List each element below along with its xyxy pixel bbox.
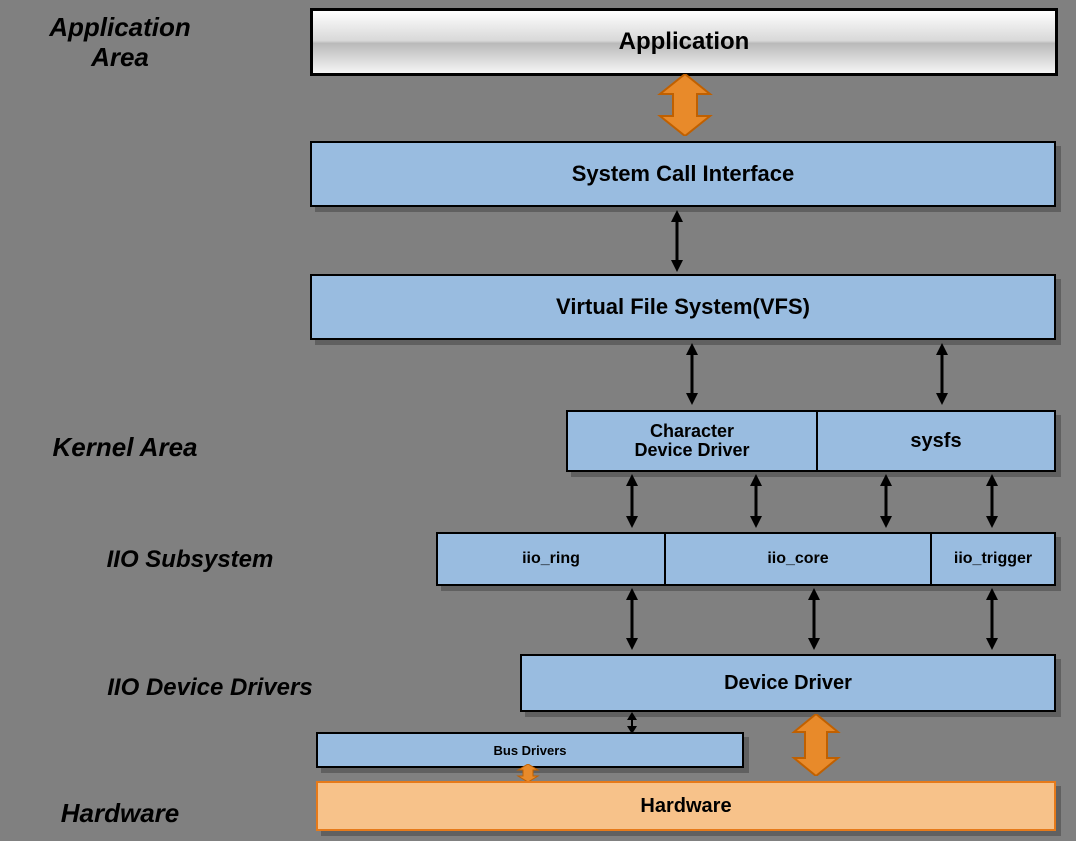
label-application-area: Application Area bbox=[20, 12, 220, 72]
label-kernel-area: Kernel Area bbox=[10, 432, 240, 463]
box-application-text: Application bbox=[619, 28, 750, 56]
box-iio-core-text: iio_core bbox=[767, 550, 828, 568]
box-iio-row: iio_ring iio_core iio_trigger bbox=[436, 532, 1056, 586]
arrow-app-to-sci bbox=[655, 74, 715, 136]
box-vfs: Virtual File System(VFS) bbox=[310, 274, 1056, 340]
arrow-bus-hw bbox=[516, 764, 540, 782]
box-bus-drivers-text: Bus Drivers bbox=[494, 743, 567, 758]
label-iio-subsystem: IIO Subsystem bbox=[60, 546, 320, 574]
box-hardware-text: Hardware bbox=[640, 795, 731, 818]
box-bus-drivers: Bus Drivers bbox=[316, 732, 744, 768]
box-chardev-sysfs-row: CharacterDevice Driver sysfs bbox=[566, 410, 1056, 472]
box-chardev-text: CharacterDevice Driver bbox=[634, 422, 749, 460]
box-sci-text: System Call Interface bbox=[572, 161, 795, 187]
box-system-call-interface: System Call Interface bbox=[310, 141, 1056, 207]
box-device-driver-text: Device Driver bbox=[724, 672, 852, 695]
box-iio-trigger-text: iio_trigger bbox=[954, 550, 1032, 568]
box-device-driver: Device Driver bbox=[520, 654, 1056, 712]
box-sysfs-text: sysfs bbox=[910, 430, 961, 453]
box-iio-ring-text: iio_ring bbox=[522, 550, 580, 568]
box-hardware: Hardware bbox=[316, 781, 1056, 831]
label-iio-device-drivers: IIO Device Drivers bbox=[60, 674, 360, 702]
arrow-dd-hw bbox=[790, 714, 842, 776]
label-hardware: Hardware bbox=[10, 798, 230, 829]
box-application: Application bbox=[310, 8, 1058, 76]
label-application-area-l1: Application bbox=[49, 12, 191, 42]
label-application-area-l2: Area bbox=[91, 42, 149, 72]
box-vfs-text: Virtual File System(VFS) bbox=[556, 294, 810, 320]
